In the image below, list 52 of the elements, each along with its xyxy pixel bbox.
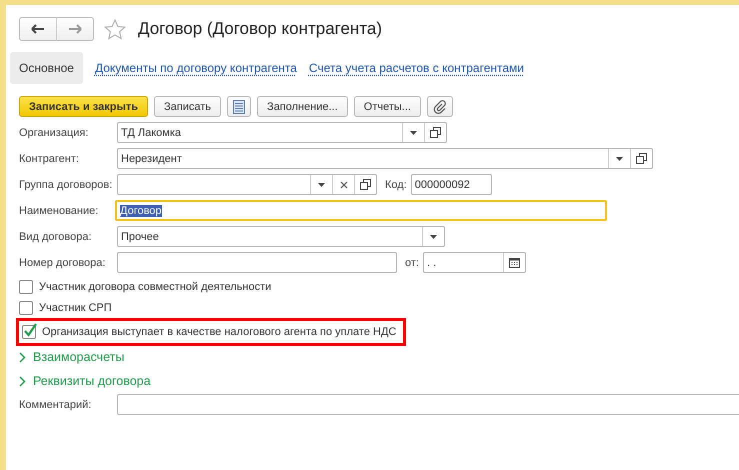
comment-field[interactable] bbox=[117, 394, 739, 415]
save-and-close-button[interactable]: Записать и закрыть bbox=[19, 96, 148, 117]
tab[interactable]: Счета учета расчетов с контрагентами bbox=[308, 52, 524, 84]
paperclip-icon bbox=[432, 100, 447, 114]
field-label: Группа договоров: bbox=[19, 178, 114, 190]
list-icon bbox=[233, 100, 246, 114]
open-icon bbox=[636, 153, 647, 164]
left-arrow-icon bbox=[31, 24, 45, 34]
checkbox[interactable] bbox=[19, 280, 33, 294]
select-field[interactable]: Нерезидент bbox=[117, 148, 653, 169]
chevron-icon bbox=[19, 352, 26, 362]
window-title: Договор (Договор контрагента) bbox=[138, 19, 382, 39]
calendar-icon bbox=[508, 257, 520, 268]
chevron-icon bbox=[19, 376, 26, 386]
caret-icon bbox=[616, 156, 623, 160]
field-label: Организация: bbox=[19, 126, 90, 138]
field-label: Код: bbox=[385, 178, 407, 190]
field-label: Наименование: bbox=[19, 204, 100, 216]
tab[interactable]: Основное bbox=[10, 52, 83, 84]
select-field[interactable] bbox=[117, 174, 377, 195]
open-icon bbox=[430, 127, 441, 138]
toolbar-button[interactable]: Отчеты... bbox=[354, 96, 421, 117]
checkbox[interactable] bbox=[19, 301, 33, 315]
field-label: Контрагент: bbox=[19, 152, 80, 164]
open-icon bbox=[360, 179, 371, 190]
tab[interactable]: Документы по договору контрагента bbox=[94, 52, 297, 84]
caret-icon bbox=[410, 130, 417, 134]
attach-button[interactable] bbox=[426, 96, 453, 117]
select-field[interactable]: ТД Лакомка bbox=[117, 122, 447, 143]
checkbox-label: Участник СРП bbox=[39, 302, 112, 314]
checkmark-icon bbox=[23, 323, 37, 337]
field-label: Комментарий: bbox=[19, 398, 92, 410]
field-label: Номер договора: bbox=[19, 256, 106, 268]
back-button[interactable] bbox=[19, 17, 57, 41]
text-field[interactable] bbox=[117, 252, 397, 273]
date-field[interactable]: . . bbox=[422, 252, 526, 273]
field-label: Вид договора: bbox=[19, 230, 93, 242]
select-field[interactable]: Прочее bbox=[117, 226, 445, 247]
toolbar-button[interactable]: Заполнение... bbox=[257, 96, 348, 117]
caret-icon bbox=[318, 182, 325, 186]
list-button[interactable] bbox=[227, 96, 252, 117]
field-label: от: bbox=[405, 256, 419, 268]
code-field[interactable]: 000000092 bbox=[410, 174, 492, 195]
checkbox-label: Организация выступает в качестве налогового агента по уплате НДС bbox=[42, 326, 396, 338]
checkbox[interactable] bbox=[22, 325, 36, 339]
text-field[interactable]: Договор bbox=[115, 200, 607, 221]
toolbar-button[interactable]: Записать bbox=[154, 96, 222, 117]
caret-icon bbox=[430, 234, 437, 238]
star-icon[interactable] bbox=[104, 18, 126, 40]
right-arrow-icon bbox=[68, 24, 82, 34]
checkbox-label: Участник договора совместной деятельности bbox=[39, 281, 272, 293]
close-icon bbox=[340, 180, 348, 188]
